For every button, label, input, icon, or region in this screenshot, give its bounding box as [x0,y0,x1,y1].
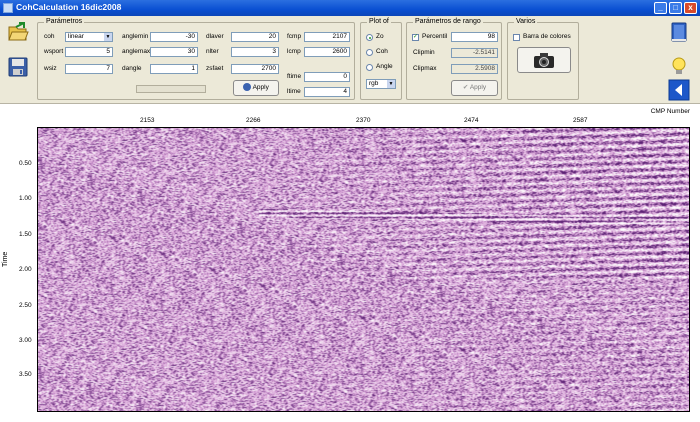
rango-apply-label: Apply [469,84,487,91]
x-axis-label: CMP Number [650,108,690,115]
percentil-checkbox[interactable]: ✓ [412,34,419,41]
varios-group: Varios Barra de colores [507,18,579,100]
rango-legend: Parámetros de rango [413,18,483,25]
seismic-image[interactable] [37,127,690,412]
ccm-select[interactable]: linear ▼ [65,32,113,42]
ftime-input[interactable]: 0 [304,72,350,82]
open-folder-icon[interactable] [7,21,29,43]
parametros-group: Parámetros coh linear ▼ wsport 5 wsiz 7 … [37,18,355,100]
ccm-label: coh [44,33,55,40]
radio-zo-label: Zo [376,33,384,40]
anglemax-label: anglemax [122,48,151,55]
y-tick: 3.00 [19,337,32,344]
x-tick: 2474 [464,117,479,124]
barra-colores-label: Barra de colores [523,33,571,40]
radio-zo[interactable] [366,34,373,41]
y-tick: 1.50 [19,231,32,238]
chevron-down-icon: ▼ [387,80,395,88]
rango-apply-button[interactable]: ✔ Apply [451,80,498,96]
varios-legend: Varios [514,18,538,25]
lcmp-input[interactable]: 2600 [304,47,350,57]
anglemax-input[interactable]: 30 [150,47,198,57]
x-tick: 2370 [356,117,371,124]
anglemin-input[interactable]: -30 [150,32,198,42]
seismic-canvas[interactable] [38,128,689,411]
chevron-down-icon: ▼ [104,33,112,41]
app-icon [3,3,13,13]
maximize-button[interactable]: □ [669,2,682,14]
close-button[interactable]: x [684,2,697,14]
barra-colores-checkbox[interactable] [513,34,520,41]
apply-label: Apply [252,84,269,91]
dlaver-label: dlaver [206,33,224,40]
nlter-label: nlter [206,48,219,55]
colormap-value: rgb [369,80,379,87]
wsport-input[interactable]: 5 [65,47,113,57]
wsport-label: wsport [44,48,64,55]
percentil-input[interactable]: 98 [451,32,498,42]
fcmp-label: fcmp [287,33,302,40]
nlter-input[interactable]: 3 [231,47,279,57]
anglemin-label: anglemin [122,33,149,40]
radio-coh[interactable] [366,49,373,56]
clipmin-label: Clipmin [413,49,435,56]
save-disk-icon[interactable] [7,56,29,78]
fcmp-input[interactable]: 2107 [304,32,350,42]
window-title: CohCalculation 16dic2008 [16,2,122,12]
progress-bar [136,85,206,93]
wsiz-label: wsiz [44,65,57,72]
dangle-input[interactable]: 1 [150,64,198,74]
parametros-legend: Parámetros [44,18,85,25]
minimize-button[interactable]: _ [654,2,667,14]
ltime-label: ltime [287,88,301,95]
ccm-value: linear [68,33,84,40]
title-bar: CohCalculation 16dic2008 _ □ x [0,0,700,16]
percentil-label: Percentil [422,33,448,40]
dlaver-input[interactable]: 20 [231,32,279,42]
zsfaet-label: zsfaet [206,65,224,72]
y-axis-label: Time [2,251,9,267]
radio-coh-label: Coh [376,48,388,55]
seismic-plot: CMP Number 2153 2266 2370 2474 2587 Time… [0,105,700,422]
rango-group: Parámetros de rango ✓ Percentil 98 Clipm… [406,18,502,100]
y-tick: 2.00 [19,266,32,273]
y-tick: 1.00 [19,195,32,202]
plotof-legend: Plot of [367,18,391,25]
ftime-label: ftime [287,73,302,80]
colormap-select[interactable]: rgb ▼ [366,79,396,89]
x-tick: 2153 [140,117,155,124]
clipmax-label: Clipmax [413,65,437,72]
ltime-input[interactable]: 4 [304,87,350,97]
plotof-group: Plot of Zo Coh Angle rgb ▼ [360,18,402,100]
y-tick: 3.50 [19,371,32,378]
y-tick: 0.50 [19,160,32,167]
clipmin-input[interactable]: -2.5141 [451,48,498,58]
camera-icon [534,53,554,68]
clipmax-input[interactable]: 2.5908 [451,64,498,74]
back-arrow-icon[interactable] [668,79,690,101]
apply-button[interactable]: Apply [233,80,279,96]
checkmark-icon: ✔ [462,84,469,91]
radio-angle-label: Angle [376,63,393,70]
radio-angle[interactable] [366,64,373,71]
apply-icon [243,83,252,92]
x-tick: 2587 [573,117,588,124]
zsfaet-input[interactable]: 2700 [231,64,279,74]
lightbulb-icon[interactable] [668,55,690,77]
toolbar: Parámetros coh linear ▼ wsport 5 wsiz 7 … [0,16,700,104]
lcmp-label: lcmp [287,48,301,55]
x-tick: 2266 [246,117,261,124]
y-tick: 2.50 [19,302,32,309]
camera-button[interactable] [517,47,571,73]
wsiz-input[interactable]: 7 [65,64,113,74]
dangle-label: dangle [122,65,142,72]
book-icon[interactable] [668,21,690,43]
